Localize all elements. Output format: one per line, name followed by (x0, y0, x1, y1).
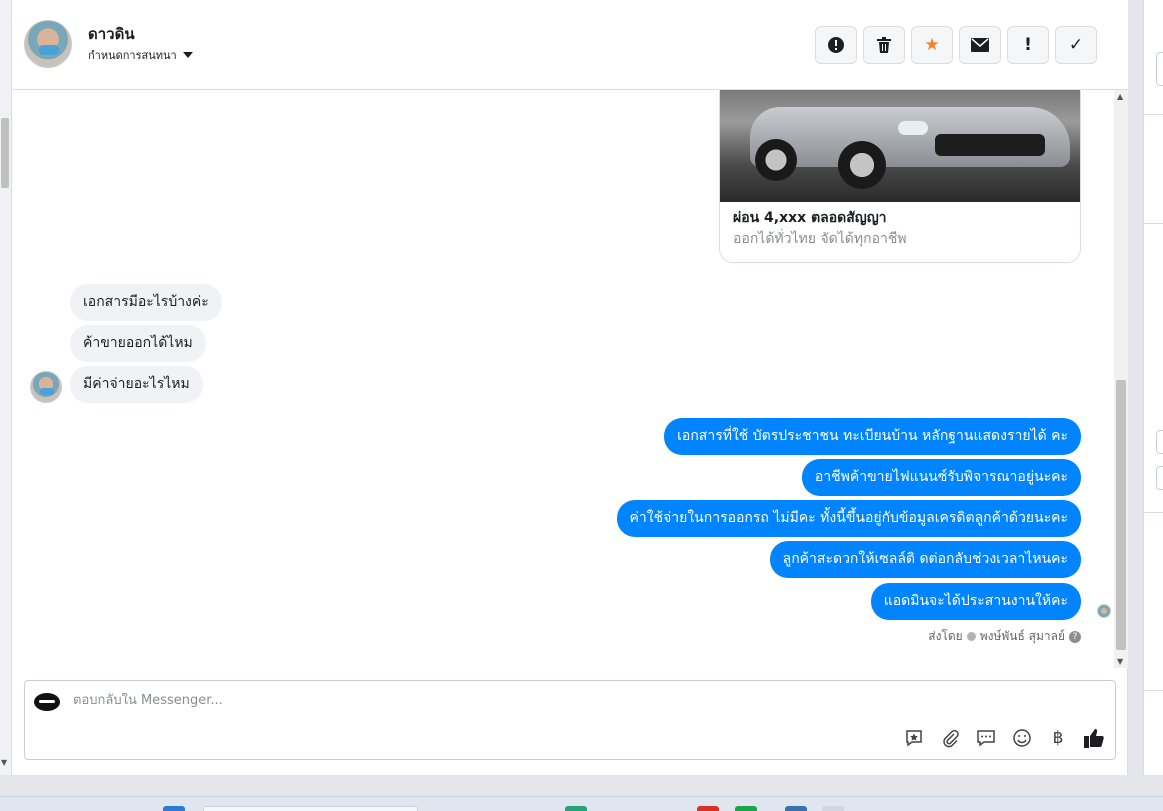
contact-avatar-small[interactable] (30, 371, 62, 403)
assign-label: กำหนดการสนทนา (88, 49, 177, 62)
taskbar-app-icon[interactable] (565, 806, 587, 811)
conversation-panel: ดาวดิน กำหนดการสนทนา ★ ! ✓ ผ่อน 4,xxx ตล… (12, 0, 1128, 775)
help-icon[interactable]: ? (1069, 630, 1081, 643)
paperclip-icon[interactable] (939, 727, 961, 749)
exclamation-icon: ! (1024, 35, 1032, 55)
trash-icon (877, 37, 891, 53)
delete-button[interactable] (863, 26, 905, 64)
star-button[interactable]: ★ (911, 26, 953, 64)
taskbar-app-icon[interactable] (822, 806, 844, 811)
right-sidebar (1143, 0, 1163, 775)
taskbar-search-box[interactable] (203, 806, 418, 811)
reply-input[interactable] (73, 693, 1073, 708)
thread-scrollbar[interactable]: ▲ ▼ (1114, 90, 1128, 668)
thread-scroll-thumb[interactable] (1116, 380, 1126, 650)
outgoing-message[interactable]: อาชีพค้าขายไฟแนนซ์รับพิจารณาอยู่นะคะ (801, 459, 1081, 496)
sent-by-line: ส่งโดย พงษ์พันธ์ สุมาลย์ ? (928, 627, 1081, 646)
scroll-down-arrow-icon[interactable]: ▼ (1, 758, 7, 767)
contact-name[interactable]: ดาวดิน (88, 22, 135, 46)
os-taskbar (0, 796, 1163, 811)
scroll-down-arrow-icon[interactable]: ▼ (1117, 657, 1123, 666)
message-thread[interactable]: ผ่อน 4,xxx ตลอดสัญญา ออกได้ทั่วไทย จัดได… (12, 90, 1128, 668)
taskbar-app-icon[interactable] (697, 806, 719, 811)
header-actions: ★ ! ✓ (815, 26, 1097, 64)
left-scroll-thumb[interactable] (1, 118, 9, 188)
check-icon: ✓ (1068, 35, 1084, 55)
taskbar-app-icon[interactable] (163, 806, 185, 811)
ad-subtitle: ออกได้ทั่วไทย จัดได้ทุกอาชีพ (733, 231, 907, 247)
report-button[interactable] (815, 26, 857, 64)
reply-composer: ฿ (24, 680, 1116, 760)
sent-by-prefix: ส่งโดย (928, 629, 963, 643)
composer-tools: ฿ (903, 727, 1105, 749)
thumbs-up-icon[interactable] (1083, 727, 1105, 749)
saved-reply-icon[interactable] (903, 727, 925, 749)
left-scrollbar[interactable]: ▼ (0, 0, 12, 775)
assign-conversation-dropdown[interactable]: กำหนดการสนทนา (88, 46, 193, 64)
outgoing-message[interactable]: แอดมินจะได้ประสานงานให้คะ (870, 583, 1081, 620)
seen-indicator-avatar (1097, 604, 1111, 618)
incoming-message[interactable]: ค้าขายออกได้ไหม (70, 325, 206, 362)
incoming-message[interactable]: มีค่าจ่ายอะไรไหม (70, 366, 203, 403)
incoming-message[interactable]: เอกสารมีอะไรบ้างค่ะ (70, 284, 222, 321)
done-button[interactable]: ✓ (1055, 26, 1097, 64)
taskbar-app-icon[interactable] (785, 806, 807, 811)
envelope-icon (971, 38, 989, 52)
verified-icon (966, 632, 976, 641)
mark-unread-button[interactable] (959, 26, 1001, 64)
ad-car-image (720, 90, 1080, 202)
outgoing-message[interactable]: ลูกค้าสะดวกให้เซลล์ติ ดต่อกลับช่วงเวลาไห… (769, 541, 1081, 578)
contact-avatar[interactable] (24, 20, 72, 68)
page-logo (34, 693, 60, 711)
outgoing-message[interactable]: เอกสารที่ใช้ บัตรประชาชน ทะเบียนบ้าน หลั… (664, 418, 1081, 455)
star-icon: ★ (924, 35, 940, 55)
sent-by-name[interactable]: พงษ์พันธ์ สุมาลย์ (980, 627, 1065, 646)
scroll-up-arrow-icon[interactable]: ▲ (1117, 92, 1123, 101)
ad-card[interactable]: ผ่อน 4,xxx ตลอดสัญญา ออกได้ทั่วไทย จัดได… (719, 90, 1081, 263)
baht-icon[interactable]: ฿ (1047, 727, 1069, 749)
alert-circle-icon (828, 37, 844, 53)
chat-bubble-icon[interactable] (975, 727, 997, 749)
ad-title: ผ่อน 4,xxx ตลอดสัญญา (733, 210, 887, 226)
taskbar-app-icon[interactable] (735, 806, 757, 811)
spam-button[interactable]: ! (1007, 26, 1049, 64)
emoji-icon[interactable] (1011, 727, 1033, 749)
caret-down-icon (182, 52, 193, 58)
conversation-header: ดาวดิน กำหนดการสนทนา ★ ! ✓ (12, 0, 1128, 90)
outgoing-message[interactable]: ค่าใช้จ่ายในการออกรถ ไม่มีคะ ทั้งนี้ขึ้น… (616, 500, 1081, 537)
